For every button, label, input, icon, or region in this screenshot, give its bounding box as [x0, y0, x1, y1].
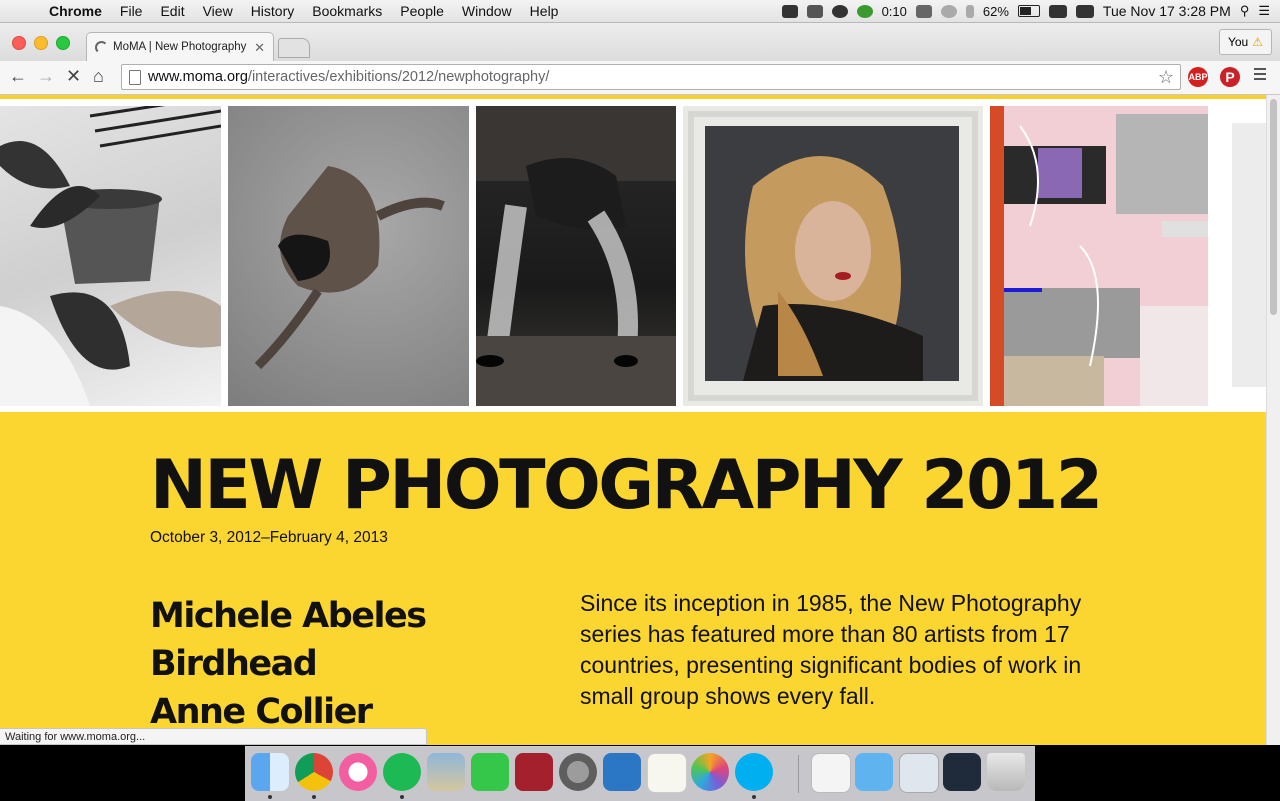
airplay-icon[interactable]: [915, 4, 932, 18]
address-bar[interactable]: www.moma.org/interactives/exhibitions/20…: [121, 64, 1181, 90]
photos-icon[interactable]: [691, 753, 729, 791]
pinterest-icon[interactable]: P: [1220, 67, 1240, 87]
page-scrollbar[interactable]: [1266, 95, 1280, 745]
running-indicator: [312, 795, 316, 799]
notification-center-icon[interactable]: ☰: [1258, 3, 1270, 19]
menu-view[interactable]: View: [194, 3, 242, 19]
stop-icon[interactable]: ✕: [66, 66, 81, 87]
back-icon[interactable]: ←: [9, 66, 27, 87]
word-icon[interactable]: [603, 753, 641, 791]
wifi-icon[interactable]: [1048, 4, 1067, 18]
exhibition-dates: October 3, 2012–February 4, 2013: [150, 529, 388, 546]
artist-list: Michele Abeles Birdhead Anne Collier: [150, 592, 427, 736]
status-bubble: Waiting for www.moma.org...: [0, 728, 427, 745]
artist-link[interactable]: Michele Abeles: [150, 592, 427, 640]
top-accent-bar: [0, 95, 1266, 99]
scrollbar-thumb[interactable]: [1270, 99, 1277, 315]
tab-title: MoMA | New Photography: [113, 41, 247, 53]
exhibition-hero: NEW PHOTOGRAPHY 2012 October 3, 2012–Feb…: [0, 412, 1266, 745]
system-preferences-icon[interactable]: [559, 753, 597, 791]
warning-icon: ⚠: [1252, 35, 1263, 49]
spotify-icon[interactable]: [383, 753, 421, 791]
trash-icon[interactable]: [987, 753, 1025, 791]
timer-icon[interactable]: [856, 4, 873, 18]
menu-app-chrome[interactable]: Chrome: [40, 3, 111, 19]
photo-plant-hand-art: [0, 106, 221, 406]
facetime-icon[interactable]: [471, 753, 509, 791]
page-icon: [129, 70, 141, 85]
screen-recording-icon[interactable]: [943, 753, 981, 791]
photo-plant-hand[interactable]: [0, 106, 221, 406]
running-indicator: [268, 795, 272, 799]
window-controls: [12, 36, 70, 50]
photo-dancer-art: [254, 166, 445, 370]
menu-help[interactable]: Help: [521, 3, 568, 19]
menu-bar: Chrome File Edit View History Bookmarks …: [0, 0, 1280, 23]
dock: [245, 746, 1035, 801]
spotlight-icon[interactable]: ⚲: [1240, 3, 1250, 19]
photo-legs-art: [476, 106, 676, 406]
status-menus: 0:10 62% Tue Nov 17 3:28 PM ⚲ ☰: [781, 3, 1280, 19]
clock[interactable]: Tue Nov 17 3:28 PM: [1103, 3, 1231, 19]
preview-icon[interactable]: [427, 753, 465, 791]
forward-icon[interactable]: →: [37, 66, 55, 87]
page-viewport: NEW PHOTOGRAPHY 2012 October 3, 2012–Feb…: [0, 95, 1266, 745]
time-machine-icon[interactable]: [940, 4, 957, 18]
tab-strip: MoMA | New Photography ✕ You ⚠: [0, 23, 1280, 61]
fullscreen-window-button[interactable]: [56, 36, 70, 50]
volume-icon[interactable]: [1075, 4, 1094, 18]
photo-collage-art: [990, 106, 1208, 406]
photo-woman-portrait[interactable]: [683, 106, 983, 406]
close-window-button[interactable]: [12, 36, 26, 50]
page-title: NEW PHOTOGRAPHY 2012: [150, 446, 1103, 525]
menu-file[interactable]: File: [111, 3, 152, 19]
menu-edit[interactable]: Edit: [151, 3, 193, 19]
browser-toolbar: ← → ✕ ⌂ www.moma.org/interactives/exhibi…: [0, 61, 1280, 95]
textedit-icon[interactable]: [647, 753, 687, 793]
close-tab-icon[interactable]: ✕: [254, 40, 265, 56]
home-icon[interactable]: ⌂: [93, 66, 104, 87]
finder-icon[interactable]: [251, 753, 289, 791]
url-host: www.moma.org: [148, 69, 248, 85]
carousel-next-area[interactable]: [1232, 123, 1266, 387]
photo-portrait-art: [688, 111, 978, 401]
profile-button[interactable]: You ⚠: [1218, 29, 1272, 55]
url-path: /interactives/exhibitions/2012/newphotog…: [247, 69, 550, 85]
profile-label: You: [1227, 35, 1249, 49]
loading-spinner-icon: [95, 40, 108, 54]
minimize-window-button[interactable]: [34, 36, 48, 50]
menu-history[interactable]: History: [242, 3, 304, 19]
dropbox-icon[interactable]: [806, 4, 823, 18]
screenshot-icon[interactable]: [899, 753, 939, 793]
bookmark-star-icon[interactable]: ☆: [1158, 67, 1174, 88]
photo-legs-stockings[interactable]: [476, 106, 676, 406]
chrome-menu-icon[interactable]: [1254, 68, 1266, 83]
battery-percent[interactable]: 62%: [983, 4, 1009, 19]
creative-cloud-icon[interactable]: [831, 4, 848, 18]
exhibition-description: Since its inception in 1985, the New Pho…: [580, 590, 1082, 709]
chrome-icon[interactable]: [295, 753, 333, 791]
photo-dancer[interactable]: [228, 106, 469, 406]
dock-separator: [798, 755, 799, 793]
timer-value[interactable]: 0:10: [882, 4, 907, 19]
menu-window[interactable]: Window: [453, 3, 521, 19]
menu-people[interactable]: People: [391, 3, 453, 19]
bluetooth-icon[interactable]: [965, 4, 974, 18]
running-indicator: [400, 795, 404, 799]
shield-icon[interactable]: [781, 4, 798, 18]
battery-icon[interactable]: [1017, 5, 1040, 17]
folder-icon[interactable]: [855, 753, 893, 791]
artist-link[interactable]: Birdhead: [150, 640, 426, 688]
skype-icon[interactable]: [735, 753, 773, 791]
adblock-plus-icon[interactable]: ABP: [1188, 67, 1208, 87]
photo-collage[interactable]: [990, 106, 1208, 406]
menu-bookmarks[interactable]: Bookmarks: [303, 3, 391, 19]
tab-moma[interactable]: MoMA | New Photography ✕: [86, 32, 274, 61]
photo-booth-icon[interactable]: [515, 753, 553, 791]
new-tab-button[interactable]: [278, 38, 310, 58]
itunes-icon[interactable]: [339, 753, 377, 791]
document-icon[interactable]: [811, 753, 851, 793]
running-indicator: [752, 795, 756, 799]
